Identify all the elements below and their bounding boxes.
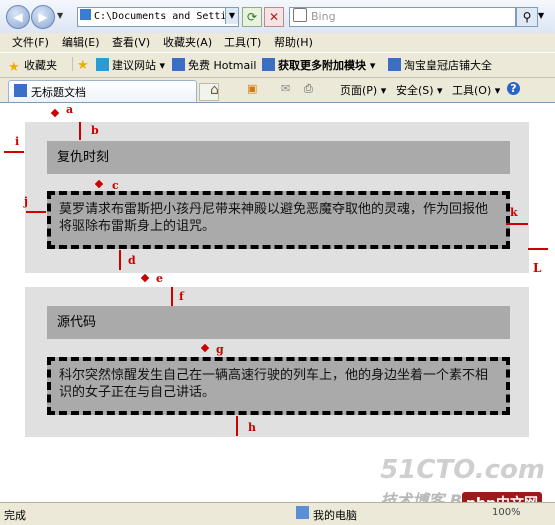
page-menu[interactable]: 页面(P) ▾ xyxy=(340,82,386,98)
stop-icon[interactable]: ✕ xyxy=(264,7,284,27)
fav-hotmail[interactable]: 免费 Hotmail xyxy=(172,57,256,73)
back-button[interactable]: ◀ xyxy=(6,5,30,29)
fav-suggested-sites[interactable]: 建议网站 ▾ xyxy=(96,57,165,73)
star-icon: ★ xyxy=(8,60,20,75)
label-g: g xyxy=(216,343,224,356)
label-j: j xyxy=(24,195,28,208)
feeds-icon[interactable]: ▣ xyxy=(247,82,257,95)
menu-favorites[interactable]: 收藏夹(A) xyxy=(163,34,212,50)
ie-page-icon xyxy=(14,84,27,97)
label-i: i xyxy=(15,135,20,148)
arrow-d xyxy=(119,250,121,270)
status-text: 完成 xyxy=(4,509,26,522)
zone-text: 我的电脑 xyxy=(313,509,357,522)
arrow-i xyxy=(4,151,24,153)
history-dropdown-icon[interactable]: ▼ xyxy=(57,11,63,20)
label-h: h xyxy=(248,421,256,434)
tab-title: 无标题文档 xyxy=(31,86,86,99)
arrow-f xyxy=(171,287,173,306)
favorites-button[interactable]: ★ 收藏夹 xyxy=(8,57,57,75)
marker-e xyxy=(140,273,150,283)
address-input[interactable]: C:\Documents and Setting xyxy=(77,7,239,27)
ie-page-icon xyxy=(388,58,401,71)
label-e: e xyxy=(156,272,163,285)
add-star-icon: ★ xyxy=(77,58,89,73)
forward-button[interactable]: ▶ xyxy=(31,5,55,29)
section-2-paragraph: 科尔突然惊醒发生自己在一辆高速行驶的列车上，他的身边坐着一个素不相识的女子正在与… xyxy=(47,357,510,415)
arrow-b xyxy=(79,122,81,140)
print-icon[interactable]: ⎙ xyxy=(304,82,313,96)
search-options-icon[interactable]: ▼ xyxy=(538,11,544,20)
section-2-heading: 源代码 xyxy=(47,306,510,339)
address-toolbar: ◀ ▶ ▼ C:\Documents and Setting ▼ ⟳ ✕ Bin… xyxy=(0,0,555,34)
ie-page-icon xyxy=(172,58,185,71)
ie-page-icon xyxy=(262,58,275,71)
search-provider-icon xyxy=(293,8,307,22)
safety-menu[interactable]: 安全(S) ▾ xyxy=(396,82,443,98)
section-1-paragraph: 莫罗请求布雷斯把小孩丹尼带来神殿以避免恶魔夺取他的灵魂，作为回报他将驱除布雷斯身… xyxy=(47,191,510,249)
label-L: L xyxy=(533,261,542,275)
section-2: 源代码 科尔突然惊醒发生自己在一辆高速行驶的列车上，他的身边坐着一个素不相识的女… xyxy=(25,287,529,437)
favorites-bar: ★ 收藏夹 ★ 建议网站 ▾ 免费 Hotmail 获取更多附加模块 ▾ 淘宝皇冠… xyxy=(0,52,555,78)
computer-icon xyxy=(296,506,309,519)
arrow-k xyxy=(506,223,528,225)
label-k: k xyxy=(510,206,518,219)
section-1: 复仇时刻 莫罗请求布雷斯把小孩丹尼带来神殿以避免恶魔夺取他的灵魂，作为回报他将驱… xyxy=(25,122,529,273)
arrow-L xyxy=(528,248,548,250)
menu-edit[interactable]: 编辑(E) xyxy=(62,34,100,50)
mail-icon[interactable]: ✉ xyxy=(281,82,290,95)
fav-taobao[interactable]: 淘宝皇冠店铺大全 xyxy=(388,57,492,73)
page-icon xyxy=(80,9,91,20)
menu-help[interactable]: 帮助(H) xyxy=(274,34,313,50)
home-icon[interactable]: ⌂ xyxy=(210,82,219,98)
help-icon[interactable]: ? xyxy=(507,82,520,95)
label-a: a xyxy=(66,103,74,116)
add-favorite-button[interactable]: ★ xyxy=(72,57,93,73)
section-1-heading: 复仇时刻 xyxy=(47,141,510,174)
menu-view[interactable]: 查看(V) xyxy=(112,34,150,50)
menu-file[interactable]: 文件(F) xyxy=(12,34,49,50)
suggested-sites-icon xyxy=(96,58,109,71)
arrow-j xyxy=(26,211,46,213)
tab-active[interactable]: 无标题文档 xyxy=(8,80,197,102)
label-f: f xyxy=(179,290,184,303)
marker-a xyxy=(50,108,60,118)
fav-addons[interactable]: 获取更多附加模块 ▾ xyxy=(262,57,375,73)
search-input[interactable]: Bing xyxy=(289,7,516,27)
label-b: b xyxy=(91,124,99,137)
search-icon[interactable]: ⚲ xyxy=(516,7,538,27)
page-content: 复仇时刻 莫罗请求布雷斯把小孩丹尼带来神殿以避免恶魔夺取他的灵魂，作为回报他将驱… xyxy=(0,102,555,502)
refresh-icon[interactable]: ⟳ xyxy=(242,7,262,27)
label-d: d xyxy=(128,254,136,267)
menu-tools[interactable]: 工具(T) xyxy=(224,34,261,50)
menu-bar: 文件(F) 编辑(E) 查看(V) 收藏夹(A) 工具(T) 帮助(H) xyxy=(0,33,555,50)
status-bar: 完成 我的电脑 100% xyxy=(0,502,555,525)
zoom-level[interactable]: 100% xyxy=(492,507,521,518)
arrow-h xyxy=(236,416,238,436)
address-dropdown-icon[interactable]: ▼ xyxy=(225,8,238,24)
tools-menu[interactable]: 工具(O) ▾ xyxy=(452,82,500,98)
label-c: c xyxy=(112,179,119,192)
